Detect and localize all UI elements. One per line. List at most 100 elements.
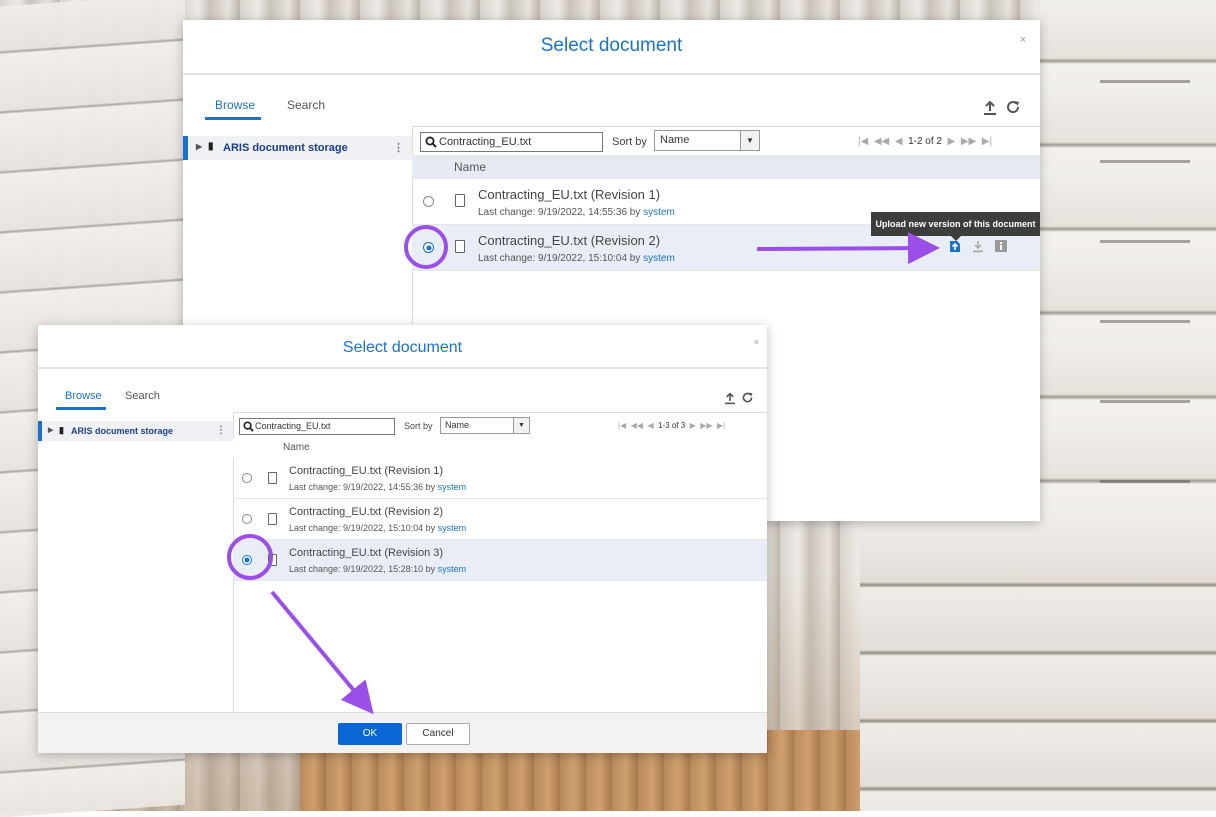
document-meta: Last change: 9/19/2022, 14:55:36 by syst… [478, 207, 675, 218]
upload-icon[interactable] [724, 392, 736, 405]
upload-icon[interactable] [983, 100, 997, 116]
last-change-text: Last change: 9/19/2022, 15:10:04 by [289, 523, 436, 533]
last-page-icon[interactable]: ▶| [717, 421, 725, 430]
cancel-button[interactable]: Cancel [406, 723, 470, 745]
title-divider [183, 73, 1040, 75]
search-icon [243, 421, 254, 432]
search-icon [425, 136, 437, 148]
upload-tooltip: Upload new version of this document [871, 212, 1040, 241]
document-icon [268, 472, 277, 484]
chevron-down-icon[interactable]: ▼ [740, 131, 759, 150]
first-page-icon[interactable]: |◀ [618, 421, 626, 430]
user-link[interactable]: system [438, 564, 467, 574]
first-page-icon[interactable]: |◀ [858, 136, 868, 147]
tree-item-aris-document-storage[interactable]: ▶ ▮ ARIS document storage ⋮ [183, 136, 412, 160]
dialog-footer: OK Cancel [38, 712, 767, 753]
document-name[interactable]: Contracting_EU.txt (Revision 1) [478, 187, 660, 202]
tab-browse[interactable]: Browse [215, 98, 255, 112]
prev-prev-page-icon[interactable]: ◀◀ [874, 136, 889, 147]
user-link[interactable]: system [438, 523, 467, 533]
document-list-panel: Contracting_EU.txt Sort by Name ▼ |◀ ◀◀ … [233, 412, 767, 713]
more-options-icon[interactable]: ⋮ [216, 425, 226, 436]
tab-browse-underline [56, 407, 106, 410]
chevron-down-icon[interactable]: ▼ [513, 418, 529, 433]
document-meta: Last change: 9/19/2022, 15:28:10 by syst… [289, 564, 466, 574]
sort-value: Name [445, 420, 470, 430]
cabinet-right-lower [860, 520, 1216, 811]
row-radio[interactable] [242, 514, 252, 524]
tab-browse[interactable]: Browse [65, 390, 102, 402]
tab-browse-underline [205, 117, 261, 120]
document-name[interactable]: Contracting_EU.txt (Revision 3) [289, 547, 443, 559]
upload-new-version-icon[interactable] [949, 240, 961, 253]
document-name[interactable]: Contracting_EU.txt (Revision 1) [289, 465, 443, 477]
document-icon [455, 194, 465, 207]
prev-page-icon[interactable]: ◀ [895, 136, 903, 147]
last-change-text: Last change: 9/19/2022, 15:10:04 by [478, 253, 641, 264]
user-link[interactable]: system [438, 482, 467, 492]
document-meta: Last change: 9/19/2022, 15:10:04 by syst… [289, 523, 466, 533]
highlight-circle-revision3 [227, 534, 273, 580]
tab-search[interactable]: Search [287, 98, 325, 112]
search-input[interactable]: Contracting_EU.txt [239, 418, 395, 435]
sidebar: ▶ ▮ ARIS document storage ⋮ [38, 412, 234, 713]
search-value: Contracting_EU.txt [255, 421, 331, 431]
expand-arrow-icon[interactable]: ▶ [196, 142, 202, 151]
refresh-icon[interactable] [1005, 99, 1021, 115]
document-icon [268, 513, 277, 525]
search-value: Contracting_EU.txt [439, 136, 532, 148]
tree-item-label: ARIS document storage [223, 142, 348, 154]
expand-arrow-icon[interactable]: ▶ [48, 426, 53, 434]
tree-item-label: ARIS document storage [71, 426, 174, 436]
prev-page-icon[interactable]: ◀ [647, 421, 653, 430]
document-meta: Last change: 9/19/2022, 14:55:36 by syst… [289, 482, 466, 492]
storage-icon: ▮ [208, 141, 214, 152]
close-icon[interactable]: × [1020, 34, 1026, 46]
highlight-circle-revision2 [404, 225, 448, 269]
user-link[interactable]: system [643, 207, 675, 218]
more-options-icon[interactable]: ⋮ [393, 141, 404, 154]
column-header-name: Name [233, 438, 767, 458]
column-header-name: Name [412, 155, 1040, 179]
title-divider [38, 367, 767, 369]
drawer-labels [1100, 60, 1190, 520]
ok-button[interactable]: OK [338, 723, 402, 745]
last-page-icon[interactable]: ▶| [982, 136, 992, 147]
pager: |◀ ◀◀ ◀ 1-3 of 3 ▶ ▶▶ ▶| [618, 421, 725, 430]
tree-item-aris-document-storage[interactable]: ▶ ▮ ARIS document storage ⋮ [38, 421, 233, 441]
document-meta: Last change: 9/19/2022, 15:10:04 by syst… [478, 253, 675, 264]
table-row[interactable]: Contracting_EU.txt (Revision 2) Last cha… [233, 499, 767, 540]
dialog-title: Select document [342, 339, 463, 356]
user-link[interactable]: system [643, 253, 675, 264]
pager-count: 1-2 of 2 [908, 136, 942, 147]
document-name[interactable]: Contracting_EU.txt (Revision 2) [289, 506, 443, 518]
prev-prev-page-icon[interactable]: ◀◀ [631, 421, 643, 430]
sort-select[interactable]: Name ▼ [654, 130, 760, 151]
row-radio[interactable] [423, 196, 434, 207]
info-icon[interactable] [995, 240, 1007, 252]
row-radio[interactable] [242, 473, 252, 483]
sort-label: Sort by [612, 136, 647, 148]
next-page-icon[interactable]: ▶ [690, 421, 696, 430]
next-next-page-icon[interactable]: ▶▶ [961, 136, 976, 147]
pager-count: 1-3 of 3 [658, 421, 686, 430]
table-row[interactable]: Contracting_EU.txt (Revision 1) Last cha… [233, 458, 767, 499]
tree-item-accent [183, 136, 188, 160]
download-icon[interactable] [972, 240, 984, 253]
select-document-dialog-front: Select document × Browse Search ▶ ▮ ARIS… [38, 325, 767, 753]
tab-search[interactable]: Search [125, 390, 160, 402]
last-change-text: Last change: 9/19/2022, 15:28:10 by [289, 564, 436, 574]
sort-select[interactable]: Name ▼ [440, 417, 530, 434]
document-name[interactable]: Contracting_EU.txt (Revision 2) [478, 233, 660, 248]
table-row-selected[interactable]: Contracting_EU.txt (Revision 3) Last cha… [233, 540, 767, 581]
refresh-icon[interactable] [741, 391, 754, 404]
sort-value: Name [660, 134, 690, 146]
next-next-page-icon[interactable]: ▶▶ [700, 421, 712, 430]
last-change-text: Last change: 9/19/2022, 14:55:36 by [289, 482, 436, 492]
last-change-text: Last change: 9/19/2022, 14:55:36 by [478, 207, 641, 218]
search-input[interactable]: Contracting_EU.txt [420, 132, 603, 152]
next-page-icon[interactable]: ▶ [948, 136, 956, 147]
close-icon[interactable]: × [754, 337, 759, 347]
pager: |◀ ◀◀ ◀ 1-2 of 2 ▶ ▶▶ ▶| [858, 136, 992, 147]
document-icon [455, 240, 465, 253]
